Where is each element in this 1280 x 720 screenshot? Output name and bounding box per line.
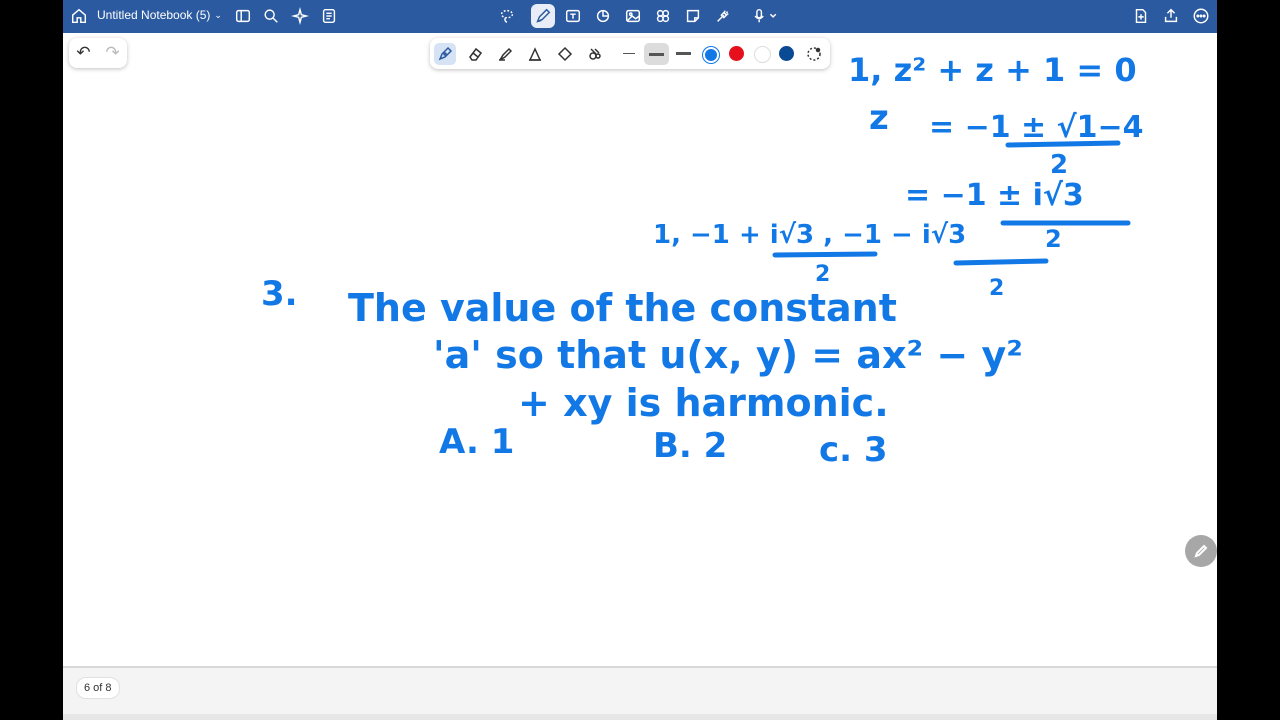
footer-bar: 6 of 8 <box>63 668 1217 714</box>
sticker-icon[interactable] <box>653 6 673 26</box>
shape-pen-icon[interactable] <box>524 43 546 65</box>
ink-line-2-lhs: z <box>869 98 889 138</box>
top-toolbar: Untitled Notebook (5) ⌄ <box>63 0 1217 33</box>
question-line-2: 'a' so that u(x, y) = ax² − y² <box>433 333 1023 377</box>
lasso-select-icon[interactable] <box>554 43 576 65</box>
tape-icon[interactable] <box>584 43 606 65</box>
add-page-icon[interactable] <box>1131 6 1151 26</box>
next-page-edge <box>63 714 1217 720</box>
laser-pointer-icon[interactable] <box>713 6 733 26</box>
ink-line-3: = −1 ± i√3 <box>905 178 1084 213</box>
note-page-canvas[interactable]: 1, z² + z + 1 = 0 z = −1 ± √1−4 2 = −1 ±… <box>63 33 1217 668</box>
page-indicator[interactable]: 6 of 8 <box>76 677 120 699</box>
ink-line-4: 1, −1 + i√3 , −1 − i√3 <box>653 220 966 250</box>
undo-redo-group: ↶ ↷ <box>69 38 127 68</box>
stroke-thick[interactable] <box>676 52 691 55</box>
sidebar-icon[interactable] <box>233 6 253 26</box>
ink-line-3-den: 2 <box>1045 225 1062 253</box>
pencil-icon <box>1194 544 1208 558</box>
shapes-icon[interactable] <box>593 6 613 26</box>
fountain-pen-icon[interactable] <box>434 43 456 65</box>
ink-line-4-den: 2 <box>815 262 830 287</box>
text-box-icon[interactable] <box>563 6 583 26</box>
color-blue-selected[interactable] <box>703 47 719 63</box>
redo-button[interactable]: ↷ <box>105 43 119 63</box>
sticky-note-icon[interactable] <box>683 6 703 26</box>
lasso-icon[interactable] <box>497 6 517 26</box>
eraser-icon[interactable] <box>464 43 486 65</box>
question-number: 3. <box>261 274 298 314</box>
color-white[interactable] <box>754 46 771 63</box>
share-icon[interactable] <box>1161 6 1181 26</box>
handwriting-layer: 1, z² + z + 1 = 0 z = −1 ± √1−4 2 = −1 ±… <box>261 51 1144 470</box>
ink-fraction-bar-1 <box>1005 140 1121 148</box>
question-line-3: + xy is harmonic. <box>518 381 889 425</box>
home-icon[interactable] <box>69 6 89 26</box>
color-red[interactable] <box>729 46 744 61</box>
notes-app-window: Untitled Notebook (5) ⌄ 1, z² + z + 1 = … <box>63 0 1217 720</box>
more-icon[interactable] <box>1191 6 1211 26</box>
notebook-title-dropdown[interactable]: Untitled Notebook (5) ⌄ <box>97 8 222 22</box>
chevron-down-icon: ⌄ <box>214 9 222 20</box>
image-icon[interactable] <box>623 6 643 26</box>
ai-sparkle-icon[interactable] <box>290 6 310 26</box>
option-c: c. 3 <box>819 430 888 470</box>
stroke-thin[interactable] <box>623 53 635 54</box>
color-picker-icon[interactable] <box>803 43 825 65</box>
search-icon[interactable] <box>261 6 281 26</box>
color-dark-blue[interactable] <box>779 46 794 61</box>
question-line-1: The value of the constant <box>348 286 897 330</box>
ink-fraction-bar-4 <box>953 258 1049 266</box>
ink-line-2-rhs: = −1 ± √1−4 <box>929 110 1144 145</box>
microphone-icon[interactable] <box>749 6 781 26</box>
pen-toolbar <box>430 38 830 69</box>
highlighter-icon[interactable] <box>494 43 516 65</box>
pen-icon[interactable] <box>531 4 555 28</box>
ink-line-1: 1, z² + z + 1 = 0 <box>848 51 1137 89</box>
option-a: A. 1 <box>439 422 514 462</box>
ink-fraction-bar-3 <box>772 251 878 258</box>
notebook-title: Untitled Notebook (5) <box>97 8 211 22</box>
ink-line-2-den: 2 <box>1050 150 1068 180</box>
outline-icon[interactable] <box>319 6 339 26</box>
option-b: B. 2 <box>653 426 727 466</box>
stroke-medium-selected[interactable] <box>644 43 669 65</box>
pencil-fab-button[interactable] <box>1185 535 1217 567</box>
ink-line-4-den-2: 2 <box>989 276 1004 301</box>
undo-button[interactable]: ↶ <box>76 43 90 63</box>
